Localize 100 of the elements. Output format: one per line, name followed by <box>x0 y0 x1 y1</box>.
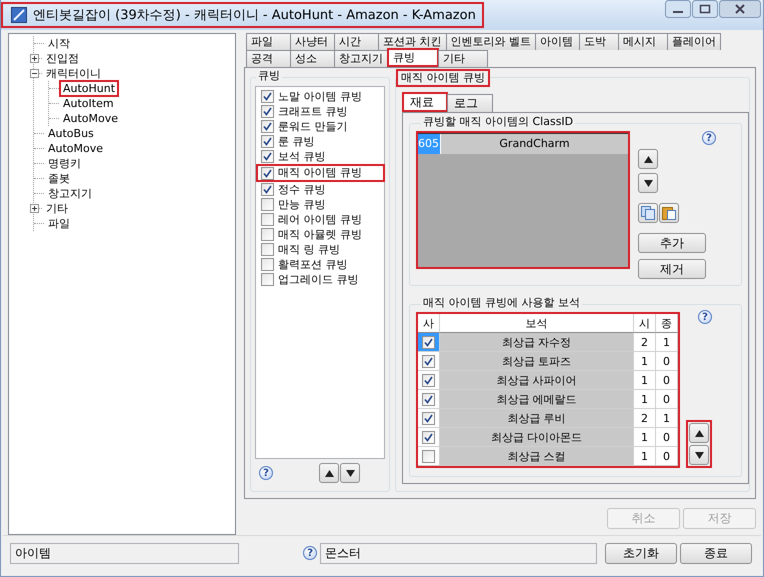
checkbox-label[interactable]: 만능 큐빙 <box>278 199 326 210</box>
checkbox[interactable] <box>261 243 274 256</box>
table-cell: 최상급 사파이어 <box>440 371 634 390</box>
window-title: 엔티봇길잡이 (39차수정) - 캐릭터이니 - AutoHunt - Amazon - K-Amazon <box>33 7 476 24</box>
exit-button[interactable]: 종료 <box>680 542 752 564</box>
tab[interactable]: 메시지 <box>618 33 668 50</box>
down-arrow-icon <box>644 180 652 186</box>
minimize-button[interactable] <box>665 0 691 18</box>
paste-button[interactable] <box>659 203 679 223</box>
tree-item[interactable]: 명령키 <box>44 155 85 172</box>
help-button[interactable]: ? <box>259 466 273 480</box>
checkbox[interactable] <box>261 258 274 271</box>
up-arrow-icon <box>694 430 704 436</box>
move-up-button[interactable] <box>689 423 709 443</box>
column-header[interactable]: 종 <box>656 314 678 333</box>
up-arrow-icon <box>644 156 652 162</box>
checkbox-label[interactable]: 활력포션 큐빙 <box>278 259 348 270</box>
checkbox[interactable] <box>261 105 274 118</box>
close-button[interactable] <box>719 0 761 18</box>
tree-item[interactable]: AutoMove <box>44 140 108 157</box>
remove-button[interactable]: 제거 <box>638 259 706 279</box>
move-down-button[interactable] <box>340 463 360 483</box>
checkbox-label[interactable]: 매직 링 큐빙 <box>278 244 340 255</box>
monster-field[interactable]: 몬스터 <box>320 542 597 564</box>
help-button[interactable]: ? <box>303 546 318 560</box>
checkbox[interactable] <box>422 374 435 386</box>
checkbox-label[interactable]: 룬 큐빙 <box>278 136 314 147</box>
tab[interactable]: 성소 <box>290 50 335 67</box>
tab[interactable]: 사냥터 <box>290 33 335 50</box>
checkbox[interactable] <box>422 354 435 368</box>
expand-icon[interactable] <box>30 54 39 63</box>
checkbox[interactable] <box>261 198 274 211</box>
checkbox[interactable] <box>422 412 435 424</box>
checkbox[interactable] <box>261 213 274 226</box>
checkbox-label[interactable]: 레어 아이템 큐빙 <box>278 214 362 225</box>
checkbox[interactable] <box>261 183 274 196</box>
checkbox-label[interactable]: 크래프트 큐빙 <box>278 106 348 117</box>
checkbox[interactable] <box>422 450 435 462</box>
tree-item[interactable]: AutoItem <box>59 95 118 112</box>
move-up-button[interactable] <box>319 463 339 483</box>
checkbox-label[interactable]: 매직 아이템 큐빙 <box>278 167 362 179</box>
tree-item[interactable]: 시작 <box>44 35 74 52</box>
expand-icon[interactable] <box>30 204 39 213</box>
tree-item[interactable]: 파일 <box>44 215 74 232</box>
tab[interactable]: 파일 <box>246 33 291 50</box>
checkbox[interactable] <box>261 120 274 133</box>
table-cell: 2 <box>634 409 656 428</box>
collapse-icon[interactable] <box>30 69 39 78</box>
tree-item[interactable]: AutoBus <box>44 125 98 142</box>
checkbox[interactable] <box>261 135 274 148</box>
tab[interactable]: 기타 <box>438 50 488 67</box>
tab[interactable]: 포션과 치킨 <box>378 33 446 50</box>
reset-button[interactable]: 초기화 <box>604 542 677 564</box>
tree-item[interactable]: 기타 <box>42 200 72 217</box>
tab[interactable]: 인벤토리와 벨트 <box>446 33 536 50</box>
tab[interactable]: 로그 <box>447 94 493 112</box>
tab[interactable]: 큐빙 <box>387 48 439 67</box>
checkbox-label[interactable]: 매직 아뮬렛 큐빙 <box>278 229 362 240</box>
tab[interactable]: 플레이어 <box>667 33 721 50</box>
checkbox[interactable] <box>422 392 435 406</box>
tab[interactable]: 시간 <box>334 33 379 50</box>
checkbox-label[interactable]: 룬워드 만들기 <box>278 121 348 132</box>
tab[interactable]: 아이템 <box>535 33 580 50</box>
help-button[interactable]: ? <box>698 310 712 324</box>
tab[interactable]: 도박 <box>579 33 619 50</box>
checkbox-label[interactable]: 보석 큐빙 <box>278 151 326 162</box>
tree-item[interactable]: AutoHunt <box>59 80 120 97</box>
maximize-button[interactable] <box>692 0 718 18</box>
checkbox-label[interactable]: 업그레이드 큐빙 <box>278 274 358 285</box>
checkbox[interactable] <box>261 228 274 241</box>
help-button[interactable]: ? <box>702 131 716 145</box>
table-cell: 1 <box>656 333 678 352</box>
move-up-button[interactable] <box>638 149 658 169</box>
checkbox[interactable] <box>422 430 435 444</box>
table-cell: 1 <box>634 447 656 466</box>
add-button[interactable]: 추가 <box>638 233 706 253</box>
column-header[interactable]: 시 <box>634 314 656 333</box>
tree-item[interactable]: 창고지기 <box>44 185 96 202</box>
table-cell: 최상급 루비 <box>440 409 634 428</box>
checkbox-label[interactable]: 노말 아이템 큐빙 <box>278 91 362 102</box>
tree-item[interactable]: AutoMove <box>59 110 122 127</box>
checkbox[interactable] <box>261 150 274 163</box>
tab[interactable]: 창고지기 <box>334 50 388 67</box>
checkbox[interactable] <box>422 336 435 348</box>
tree-item[interactable]: 졸봇 <box>44 170 74 187</box>
tree-item[interactable]: 진입점 <box>42 50 83 67</box>
tab[interactable]: 재료 <box>402 92 448 112</box>
table-cell: 최상급 다이아몬드 <box>440 428 634 447</box>
tree-item[interactable]: 캐릭터이니 <box>42 65 105 82</box>
checkbox[interactable] <box>261 90 274 103</box>
table-cell: 최상급 자수정 <box>440 333 634 352</box>
move-down-button[interactable] <box>689 445 709 465</box>
checkbox[interactable] <box>261 166 274 180</box>
copy-button[interactable] <box>638 203 658 223</box>
tab[interactable]: 공격 <box>246 50 291 67</box>
table-cell: 1 <box>656 409 678 428</box>
item-field[interactable]: 아이템 <box>10 542 240 564</box>
checkbox[interactable] <box>261 273 274 286</box>
move-down-button[interactable] <box>638 173 658 193</box>
checkbox-label[interactable]: 정수 큐빙 <box>278 184 326 195</box>
